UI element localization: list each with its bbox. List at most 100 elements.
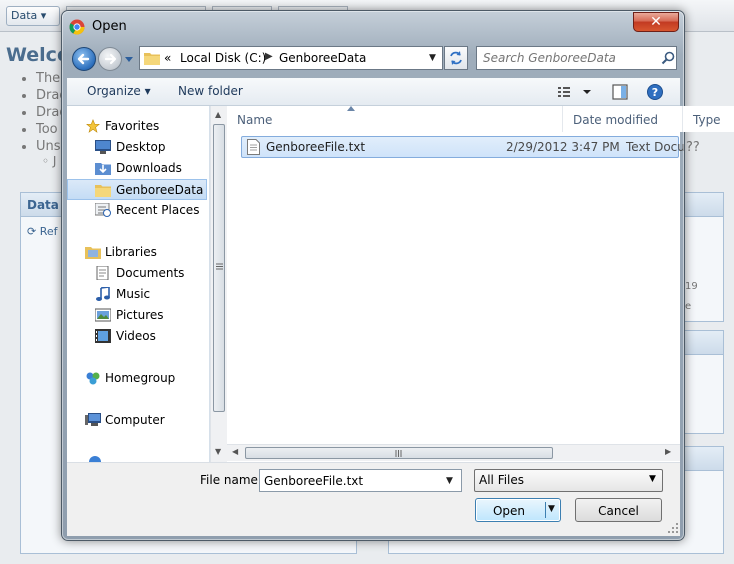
file-type-dropdown-icon: ▼ [649, 474, 656, 484]
organize-menu[interactable]: Organize ▾ [87, 84, 151, 98]
forward-button[interactable] [98, 47, 122, 71]
open-options-dropdown-icon[interactable]: ▼ [548, 504, 555, 514]
new-folder-button[interactable]: New folder [178, 84, 243, 98]
file-name-combobox[interactable]: ▼ [259, 469, 462, 492]
search-icon[interactable] [661, 51, 675, 65]
breadcrumb-overflow[interactable]: « [164, 51, 171, 65]
desktop-icon [95, 140, 111, 154]
file-name-input[interactable] [261, 471, 439, 490]
bg-data-label: Data [11, 9, 38, 22]
view-options-dropdown-icon[interactable] [578, 83, 596, 101]
nav-item-label: Videos [116, 329, 156, 343]
file-list[interactable]: Name Date modified Type GenboreeFile.txt… [227, 106, 734, 462]
nav-item-music[interactable]: Music [67, 284, 207, 305]
nav-item-pictures[interactable]: Pictures [67, 305, 207, 326]
scroll-left-arrow-icon[interactable]: ◀ [232, 447, 238, 456]
nav-homegroup[interactable]: Homegroup [67, 368, 207, 389]
nav-homegroup-label: Homegroup [105, 371, 176, 385]
open-button[interactable]: Open ▼ [475, 498, 561, 522]
breadcrumb-item-local-disk[interactable]: Local Disk (C:) [180, 51, 266, 65]
nav-favorites-label: Favorites [105, 119, 160, 133]
column-header-date-modified[interactable]: Date modified [563, 106, 683, 132]
nav-favorites[interactable]: Favorites [67, 116, 207, 137]
column-header-label: Name [237, 113, 273, 127]
nav-item-videos[interactable]: Videos [67, 326, 207, 347]
computer-icon [85, 413, 101, 426]
search-input[interactable] [479, 49, 655, 67]
network-icon [89, 456, 101, 462]
address-bar[interactable]: « Local Disk (C:) ▶ GenboreeData ▼ [139, 46, 443, 70]
nav-item-recent-places[interactable]: Recent Places [67, 200, 207, 221]
homegroup-icon [86, 372, 100, 385]
nav-item-desktop[interactable]: Desktop [67, 137, 207, 158]
nav-item-downloads[interactable]: Downloads [67, 158, 207, 179]
command-bar: Organize ▾ New folder ? [67, 78, 680, 106]
bg-refresh-label: Ref [39, 225, 58, 238]
pictures-icon [95, 308, 111, 322]
cancel-button[interactable]: Cancel [575, 498, 662, 522]
file-row[interactable]: GenboreeFile.txt 2/29/2012 3:47 PM Text … [241, 136, 685, 158]
navigation-pane[interactable]: Favorites Desktop Downloads GenboreeData… [67, 106, 210, 462]
nav-computer[interactable]: Computer [67, 410, 207, 431]
videos-icon [95, 329, 111, 343]
nav-item-label: Desktop [116, 140, 166, 154]
bg-sub-bullet-text: J [52, 154, 57, 168]
preview-pane-icon[interactable] [611, 83, 629, 101]
scroll-up-arrow-icon[interactable]: ▲ [215, 110, 221, 119]
text-file-icon [247, 139, 260, 155]
nav-item-label: GenboreeData [116, 183, 204, 197]
file-date-cell: 2/29/2012 3:47 PM [506, 140, 620, 154]
column-header-name[interactable]: Name [227, 106, 563, 132]
file-name-dropdown-icon[interactable]: ▼ [446, 476, 453, 486]
bg-fragment: e [685, 301, 692, 312]
nav-item-label: Documents [116, 266, 185, 280]
file-type-select[interactable]: All Files ▼ [474, 469, 663, 492]
file-type-selected: All Files [479, 473, 525, 487]
close-button[interactable]: ✕ [633, 12, 679, 32]
forward-arrow-icon [104, 53, 117, 65]
bg-refresh-button[interactable]: ⟳ Ref [27, 225, 58, 238]
address-dropdown-icon[interactable]: ▼ [429, 53, 436, 63]
column-header-label: Date modified [573, 113, 659, 127]
recent-locations-dropdown[interactable] [125, 55, 133, 63]
breadcrumb-chevron-icon[interactable]: ▶ [265, 51, 273, 62]
scroll-down-arrow-icon[interactable]: ▼ [215, 447, 221, 456]
nav-pane-scroll-thumb[interactable] [213, 124, 225, 412]
nav-item-label: Pictures [116, 308, 164, 322]
search-box[interactable] [476, 46, 677, 70]
close-icon: ✕ [650, 14, 662, 30]
folder-icon [95, 185, 111, 197]
file-list-hscrollbar[interactable]: ◀ ▶ [227, 444, 680, 461]
refresh-icon [450, 51, 462, 65]
back-button[interactable] [72, 47, 96, 71]
dialog-footer: File name: ▼ All Files ▼ Open ▼ Cancel [67, 462, 680, 536]
nav-item-genboreedata[interactable]: GenboreeData [67, 179, 207, 200]
nav-libraries[interactable]: Libraries [67, 242, 207, 263]
split-divider [545, 502, 546, 518]
nav-item-label: Downloads [116, 161, 182, 175]
back-arrow-icon [77, 53, 90, 65]
nav-pane-scrollbar[interactable]: ▲ ▼ [210, 106, 227, 462]
dialog-title: Open [92, 19, 127, 34]
nav-item-documents[interactable]: Documents [67, 263, 207, 284]
documents-icon [96, 266, 109, 280]
column-header-label: Type [693, 113, 721, 127]
breadcrumb-item-genboreedata[interactable]: GenboreeData [279, 51, 366, 65]
change-view-icon[interactable] [556, 83, 574, 101]
sort-ascending-icon [347, 106, 355, 111]
help-icon[interactable]: ? [646, 83, 664, 101]
libraries-icon [85, 247, 101, 259]
nav-libraries-label: Libraries [105, 245, 157, 259]
grip-icon [395, 450, 402, 457]
scroll-right-arrow-icon[interactable]: ▶ [665, 447, 671, 456]
file-list-hscroll-thumb[interactable] [245, 447, 553, 459]
dialog-titlebar[interactable]: Open ✕ [62, 11, 684, 41]
column-header-type[interactable]: Type [683, 106, 734, 132]
star-icon [86, 119, 100, 133]
resize-grip-icon[interactable] [667, 522, 679, 534]
refresh-button[interactable] [444, 46, 468, 70]
nav-item-label: Music [116, 287, 151, 301]
file-name-cell: GenboreeFile.txt [266, 140, 366, 154]
bg-data-menu-button[interactable]: Data ▾ [6, 6, 60, 26]
music-icon [96, 287, 110, 301]
